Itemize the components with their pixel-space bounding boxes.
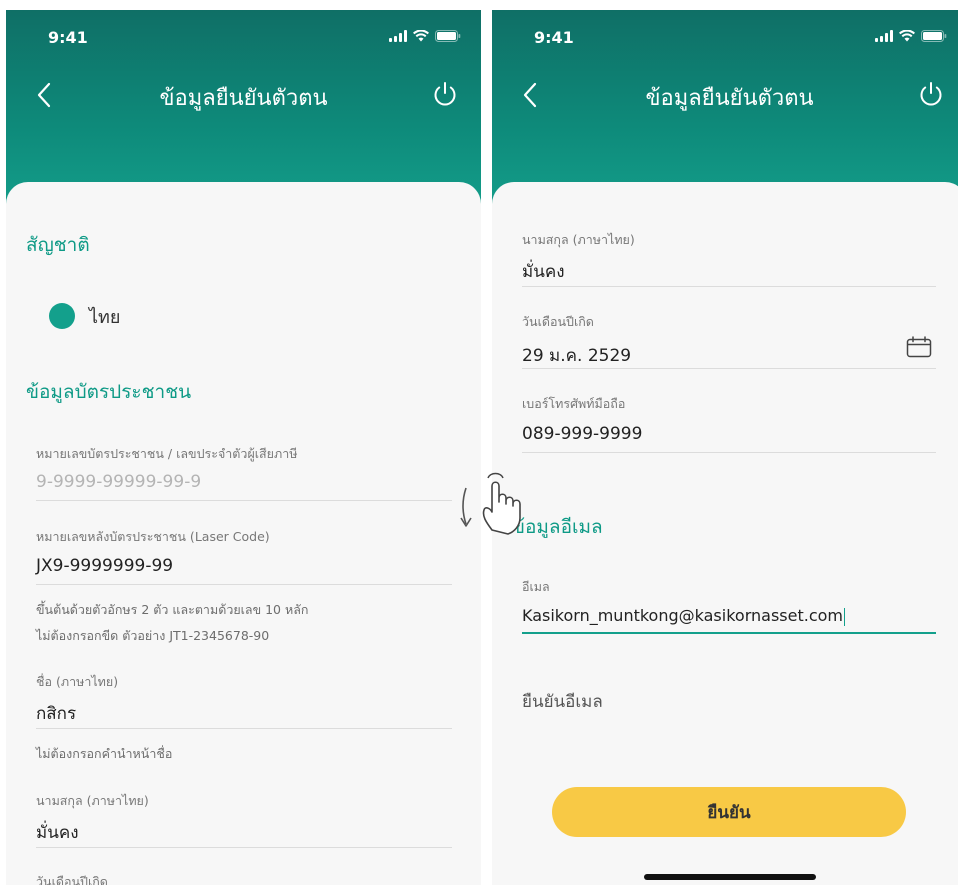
last-name-label: นามสกุล (ภาษาไทย) — [36, 793, 149, 808]
nationality-option-label: ไทย — [89, 307, 121, 328]
form-card: สัญชาติ ไทย ข้อมูลบัตรประชาชน หมายเลขบัต… — [6, 182, 481, 885]
birthdate-label: วันเดือนปีเกิด — [36, 874, 108, 885]
wifi-icon — [899, 30, 915, 42]
email-section-title: ข้อมูลอีเมล — [512, 516, 603, 538]
battery-icon — [921, 30, 947, 42]
id-card-section-title: ข้อมูลบัตรประชาชน — [26, 381, 192, 403]
nationality-radio[interactable] — [49, 303, 75, 329]
first-name-label: ชื่อ (ภาษาไทย) — [36, 674, 119, 689]
last-name-label: นามสกุล (ภาษาไทย) — [522, 232, 635, 247]
laser-code-input[interactable]: JX9-9999999-99 — [36, 556, 173, 576]
id-number-underline — [36, 500, 452, 501]
email-input[interactable]: Kasikorn_muntkong@kasikornasset.com — [522, 606, 845, 626]
birthdate-label: วันเดือนปีเกิด — [522, 314, 594, 329]
last-name-input[interactable]: มั่นคง — [522, 258, 565, 285]
last-name-underline — [522, 286, 936, 287]
form-card: นามสกุล (ภาษาไทย) มั่นคง วันเดือนปีเกิด … — [492, 182, 958, 885]
page-title: ข้อมูลยืนยันตัวตน — [645, 86, 814, 111]
birthdate-input[interactable]: 29 ม.ค. 2529 — [522, 342, 631, 369]
first-name-hint: ไม่ต้องกรอกคำนำหน้าชื่อ — [36, 746, 173, 761]
signal-icon — [389, 30, 407, 42]
laser-code-hint-2: ไม่ต้องกรอกขีด ตัวอย่าง JT1-2345678-90 — [36, 628, 270, 643]
power-icon[interactable] — [431, 80, 459, 108]
mobile-label: เบอร์โทรศัพท์มือถือ — [522, 396, 626, 411]
confirm-button[interactable]: ยืนยัน — [552, 787, 906, 837]
last-name-underline — [36, 847, 452, 848]
page-title: ข้อมูลยืนยันตัวตน — [159, 86, 328, 111]
laser-code-label: หมายเลขหลังบัตรประชาชน (Laser Code) — [36, 529, 270, 544]
phone-screen-right: 9:41 ข้อมูลยืนยันตัวตน นามสกุล (ภาษาไทย)… — [492, 10, 958, 885]
battery-icon — [435, 30, 461, 42]
id-number-input[interactable]: 9-9999-99999-99-9 — [36, 472, 201, 492]
signal-icon — [875, 30, 893, 42]
email-underline-active — [522, 632, 936, 634]
last-name-input[interactable]: มั่นคง — [36, 819, 79, 846]
text-caret — [843, 607, 845, 626]
birthdate-underline — [522, 368, 936, 369]
first-name-input[interactable]: กสิกร — [36, 700, 76, 727]
id-number-label: หมายเลขบัตรประชาชน / เลขประจำตัวผู้เสียภ… — [36, 446, 298, 461]
status-time: 9:41 — [534, 28, 574, 47]
status-time: 9:41 — [48, 28, 88, 47]
first-name-underline — [36, 728, 452, 729]
nationality-title: สัญชาติ — [26, 234, 90, 256]
status-icons — [389, 30, 461, 42]
laser-code-underline — [36, 584, 452, 585]
email-value: Kasikorn_muntkong@kasikornasset.com — [522, 606, 843, 625]
email-label: อีเมล — [522, 579, 550, 594]
calendar-icon[interactable] — [906, 336, 932, 358]
mobile-underline — [522, 452, 936, 453]
power-icon[interactable] — [917, 80, 945, 108]
home-indicator — [644, 874, 816, 880]
verify-email-link[interactable]: ยืนยันอีเมล — [522, 688, 603, 715]
phone-screen-left: 9:41 ข้อมูลยืนยันตัวตน สัญชาติ ไทย ข้อมู… — [6, 10, 481, 885]
status-icons — [875, 30, 947, 42]
wifi-icon — [413, 30, 429, 42]
mobile-input[interactable]: 089-999-9999 — [522, 424, 642, 444]
laser-code-hint-1: ขึ้นต้นด้วยตัวอักษร 2 ตัว และตามด้วยเลข … — [36, 602, 309, 617]
